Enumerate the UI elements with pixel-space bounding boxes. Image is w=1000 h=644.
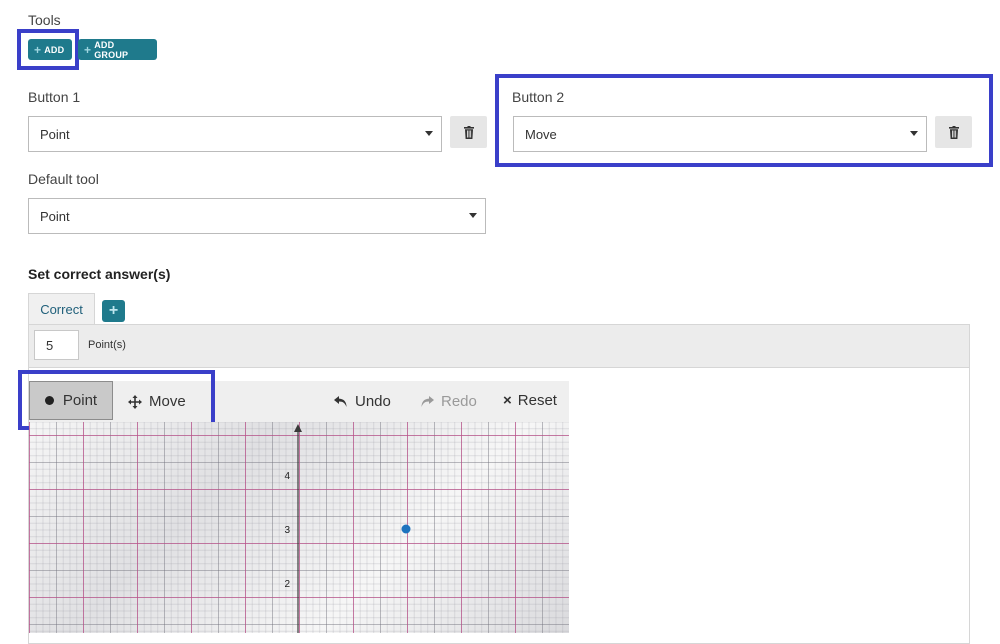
plus-icon: + [84, 42, 92, 57]
add-button-highlight [17, 29, 79, 70]
undo-icon [334, 395, 347, 407]
y-axis-arrow-icon [294, 424, 302, 432]
y-tick-label: 4 [284, 471, 290, 482]
add-answer-tab-button[interactable]: + [102, 300, 125, 322]
add-group-button[interactable]: + ADD GROUP [78, 39, 157, 60]
reset-label: Reset [517, 392, 557, 409]
trash-icon [463, 125, 474, 139]
y-tick-label: 2 [284, 579, 290, 590]
graph-canvas[interactable]: 4 3 2 [29, 422, 569, 633]
tab-correct[interactable]: Correct [28, 293, 95, 325]
plotted-point[interactable] [401, 524, 411, 534]
reset-button[interactable]: × Reset [503, 392, 557, 409]
graph-tools-highlight [18, 370, 215, 430]
tools-heading: Tools [28, 12, 61, 28]
correct-answer-heading: Set correct answer(s) [28, 266, 171, 282]
default-tool-select[interactable]: Point [28, 198, 486, 234]
undo-button[interactable]: Undo [334, 393, 391, 410]
undo-label: Undo [355, 393, 391, 410]
chevron-down-icon [425, 131, 433, 136]
points-input-value: 5 [46, 337, 54, 353]
plus-icon: + [108, 302, 119, 319]
close-icon: × [503, 392, 512, 409]
points-bar [29, 325, 969, 368]
chevron-down-icon [469, 213, 477, 218]
redo-label: Redo [441, 393, 477, 410]
points-label: Point(s) [88, 339, 126, 351]
redo-button[interactable]: Redo [420, 393, 477, 410]
button-1-select[interactable]: Point [28, 116, 442, 152]
default-tool-heading: Default tool [28, 171, 99, 187]
add-group-label: ADD GROUP [94, 39, 129, 60]
points-input[interactable]: 5 [34, 330, 79, 360]
default-tool-select-value: Point [40, 208, 70, 224]
graph-svg: 4 3 2 [284, 424, 411, 633]
tab-correct-label: Correct [40, 302, 83, 317]
button-1-delete-button[interactable] [450, 116, 487, 148]
button-2-highlight [495, 74, 993, 167]
redo-icon [421, 395, 434, 407]
button-1-heading: Button 1 [28, 89, 81, 105]
button-1-select-value: Point [40, 126, 70, 142]
y-tick-label: 3 [284, 525, 290, 536]
